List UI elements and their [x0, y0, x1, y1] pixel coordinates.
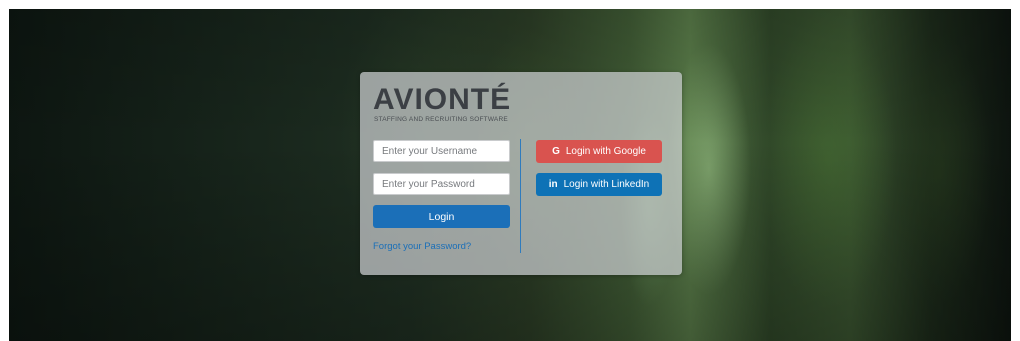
vertical-divider [520, 139, 521, 253]
login-card: AVIONTÉ STAFFING AND RECRUITING SOFTWARE… [360, 72, 682, 275]
password-input[interactable] [373, 173, 510, 195]
username-input[interactable] [373, 140, 510, 162]
forgot-password-link[interactable]: Forgot your Password? [373, 241, 471, 252]
avionte-logo: AVIONTÉ STAFFING AND RECRUITING SOFTWARE [373, 84, 523, 126]
login-button-label: Login [428, 210, 455, 223]
logo-wordmark: AVIONTÉ [373, 83, 512, 116]
linkedin-login-label: Login with LinkedIn [563, 179, 650, 190]
linkedin-icon: in [548, 178, 558, 190]
login-button[interactable]: Login [373, 205, 510, 228]
linkedin-login-button[interactable]: in Login with LinkedIn [536, 173, 662, 196]
google-login-button[interactable]: G Login with Google [536, 140, 662, 163]
google-login-label: Login with Google [565, 146, 646, 157]
google-icon: G [552, 145, 560, 157]
logo-tagline: STAFFING AND RECRUITING SOFTWARE [374, 116, 508, 123]
